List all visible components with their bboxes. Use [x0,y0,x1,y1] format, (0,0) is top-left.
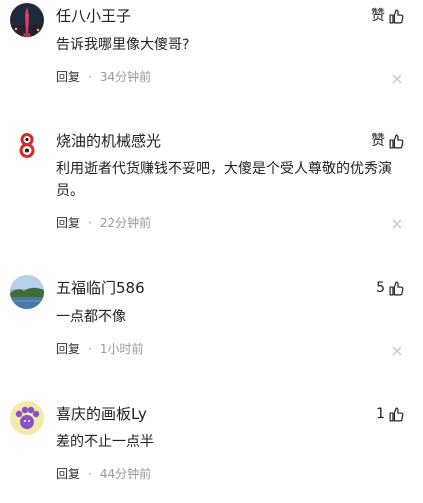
purple-paw-cartoon-avatar [10,401,44,435]
close-icon[interactable] [392,74,402,84]
comment-item: 烧油的机械感光 赞 利用逝者代货赚钱不妥吧，大傻是个受人尊敬的优秀演员。 回复 … [0,125,423,245]
comment-item: 五福临门586 5 一点都不像 回复 · 1小时前 [0,272,423,372]
reply-button[interactable]: 回复 [56,465,80,483]
thumbs-up-icon [388,406,405,423]
thumbs-up-icon [388,133,405,150]
separator-dot: · [88,216,92,230]
username[interactable]: 五福临门586 [56,278,145,298]
comment-item: 任八小王子 赞 告诉我哪里像大傻哥? 回复 · 34分钟前 [0,0,423,100]
close-icon[interactable] [392,346,402,356]
comment-meta: 回复 · 22分钟前 [56,214,151,232]
like-label: 赞 [371,133,385,149]
like-count: 5 [376,280,385,296]
avatar[interactable] [10,275,44,309]
avatar[interactable] [10,3,44,37]
comment-text: 一点都不像 [56,309,126,325]
lake-landscape-photo-avatar [10,275,44,309]
reply-button[interactable]: 回复 [56,68,80,86]
separator-dot: · [88,70,92,84]
like-count: 1 [376,406,385,422]
thumbs-up-icon [388,280,405,297]
timestamp: 1小时前 [99,342,144,356]
comment-meta: 回复 · 1小时前 [56,340,143,358]
reply-button[interactable]: 回复 [56,214,80,232]
comment-item: 喜庆的画板Ly 1 差的不止一点半 回复 · 44分钟前 [0,398,423,498]
like-button[interactable]: 赞 [371,6,405,26]
comment-meta: 回复 · 44分钟前 [56,465,151,483]
like-button[interactable]: 5 [376,278,405,298]
username[interactable]: 任八小王子 [56,6,131,26]
timestamp: 22分钟前 [99,216,152,230]
username[interactable]: 喜庆的画板Ly [56,404,147,424]
comment-text: 差的不止一点半 [56,434,154,450]
close-icon[interactable] [392,219,402,229]
comment-meta: 回复 · 34分钟前 [56,68,151,86]
username[interactable]: 烧油的机械感光 [56,131,161,151]
number-8-logo-avatar [10,128,44,162]
like-button[interactable]: 赞 [371,131,405,151]
like-label: 赞 [371,8,385,24]
avatar[interactable] [10,128,44,162]
separator-dot: · [88,342,92,356]
comment-text: 利用逝者代货赚钱不妥吧，大傻是个受人尊敬的优秀演员。 [56,161,392,199]
timestamp: 44分钟前 [99,467,152,481]
like-button[interactable]: 1 [376,404,405,424]
comment-list: 任八小王子 赞 告诉我哪里像大傻哥? 回复 · 34分钟前 烧油的机械感光 赞 … [0,0,423,503]
timestamp: 34分钟前 [99,70,152,84]
tower-night-photo-avatar [10,3,44,37]
reply-button[interactable]: 回复 [56,340,80,358]
avatar[interactable] [10,401,44,435]
comment-text: 告诉我哪里像大傻哥? [56,37,190,53]
separator-dot: · [88,467,92,481]
thumbs-up-icon [388,8,405,25]
